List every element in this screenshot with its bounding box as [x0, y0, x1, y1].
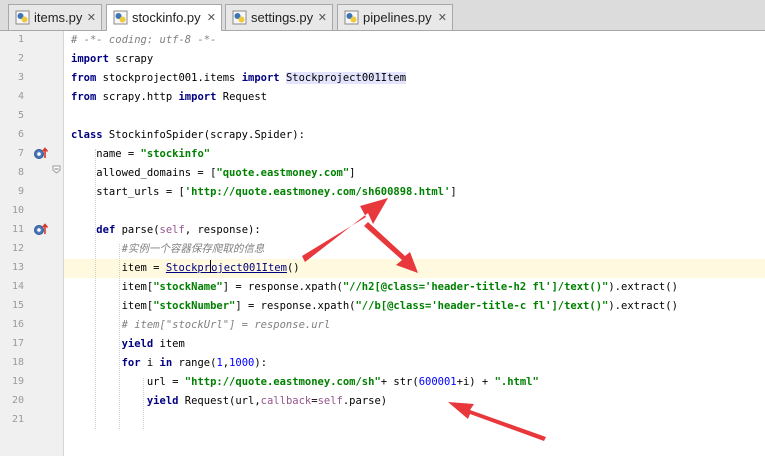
line-number: 10 — [11, 205, 24, 216]
close-icon[interactable]: ✕ — [318, 11, 327, 24]
line-number: 21 — [11, 414, 24, 425]
tab-label: settings.py — [251, 10, 314, 25]
code-line-12: #实例一个容器保存爬取的信息 — [71, 243, 265, 255]
code-line-2: import scrapy — [71, 53, 154, 65]
line-number: 19 — [11, 376, 24, 387]
code-line-9: start_urls = ['http://quote.eastmoney.co… — [71, 186, 457, 198]
close-icon[interactable]: ✕ — [87, 11, 96, 24]
code-line-18: for i in range(1,1000): — [121, 357, 268, 369]
close-icon[interactable]: ✕ — [207, 11, 216, 24]
python-file-icon — [113, 10, 128, 25]
close-icon[interactable]: ✕ — [438, 11, 447, 24]
python-file-icon — [344, 10, 359, 25]
line-number: 18 — [11, 357, 24, 368]
code-line-8: allowed_domains = ["quote.eastmoney.com"… — [71, 167, 356, 179]
line-number: 2 — [17, 53, 24, 64]
tab-label: items.py — [34, 10, 83, 25]
code-line-7: name = "stockinfo" — [71, 148, 211, 160]
line-number: 5 — [17, 110, 24, 121]
fold-icon[interactable] — [52, 165, 61, 174]
code-line-6: class StockinfoSpider(scrapy.Spider): — [71, 129, 305, 141]
tab-settings-py[interactable]: settings.py ✕ — [225, 4, 333, 30]
line-number: 4 — [17, 91, 24, 102]
line-number: 8 — [17, 167, 24, 178]
tab-items-py[interactable]: items.py ✕ — [8, 4, 102, 30]
line-number: 16 — [11, 319, 24, 330]
code-line-4: from scrapy.http import Request — [71, 91, 267, 103]
code-line-14: item["stockName"] = response.xpath("//h2… — [71, 281, 678, 293]
line-number: 12 — [11, 243, 24, 254]
tab-pipelines-py[interactable]: pipelines.py ✕ — [337, 4, 453, 30]
code-line-19: url = "http://quote.eastmoney.com/sh"+ s… — [71, 376, 539, 388]
tab-stockinfo-py[interactable]: stockinfo.py ✕ — [106, 4, 222, 31]
line-number: 17 — [11, 338, 24, 349]
line-number: 7 — [17, 148, 24, 159]
line-number-gutter[interactable]: 1 2 3 4 5 6 7 8 9 10 11 12 13 14 15 16 1… — [0, 31, 64, 456]
code-line-17: yield item — [121, 338, 185, 350]
tab-label: pipelines.py — [363, 10, 432, 25]
override-marker-icon[interactable] — [33, 146, 49, 160]
line-number: 11 — [11, 224, 24, 235]
code-editor[interactable]: # -*- coding: utf-8 -*- import scrapy fr… — [64, 31, 765, 456]
code-line-11: def parse(self, response): — [96, 224, 261, 236]
code-line-1: # -*- coding: utf-8 -*- — [71, 34, 217, 46]
code-line-15: item["stockNumber"] = response.xpath("//… — [71, 300, 678, 312]
line-number: 3 — [17, 72, 24, 83]
line-number: 15 — [11, 300, 24, 311]
code-line-13: item = Stockproject001Item() — [71, 260, 300, 274]
line-number: 9 — [17, 186, 24, 197]
line-number: 14 — [11, 281, 24, 292]
tab-label: stockinfo.py — [132, 10, 201, 25]
code-line-20: yield Request(url,callback=self.parse) — [146, 395, 388, 407]
line-number: 20 — [11, 395, 24, 406]
editor-tab-bar: items.py ✕ stockinfo.py ✕ settings.py ✕ … — [0, 0, 765, 31]
python-file-icon — [15, 10, 30, 25]
code-line-3: from stockproject001.items import Stockp… — [71, 72, 407, 84]
python-file-icon — [232, 10, 247, 25]
line-number: 6 — [17, 129, 24, 140]
line-number: 13 — [11, 262, 24, 273]
override-marker-icon[interactable] — [33, 222, 49, 236]
code-line-16: # item["stockUrl"] = response.url — [71, 319, 331, 331]
line-number: 1 — [17, 34, 24, 45]
